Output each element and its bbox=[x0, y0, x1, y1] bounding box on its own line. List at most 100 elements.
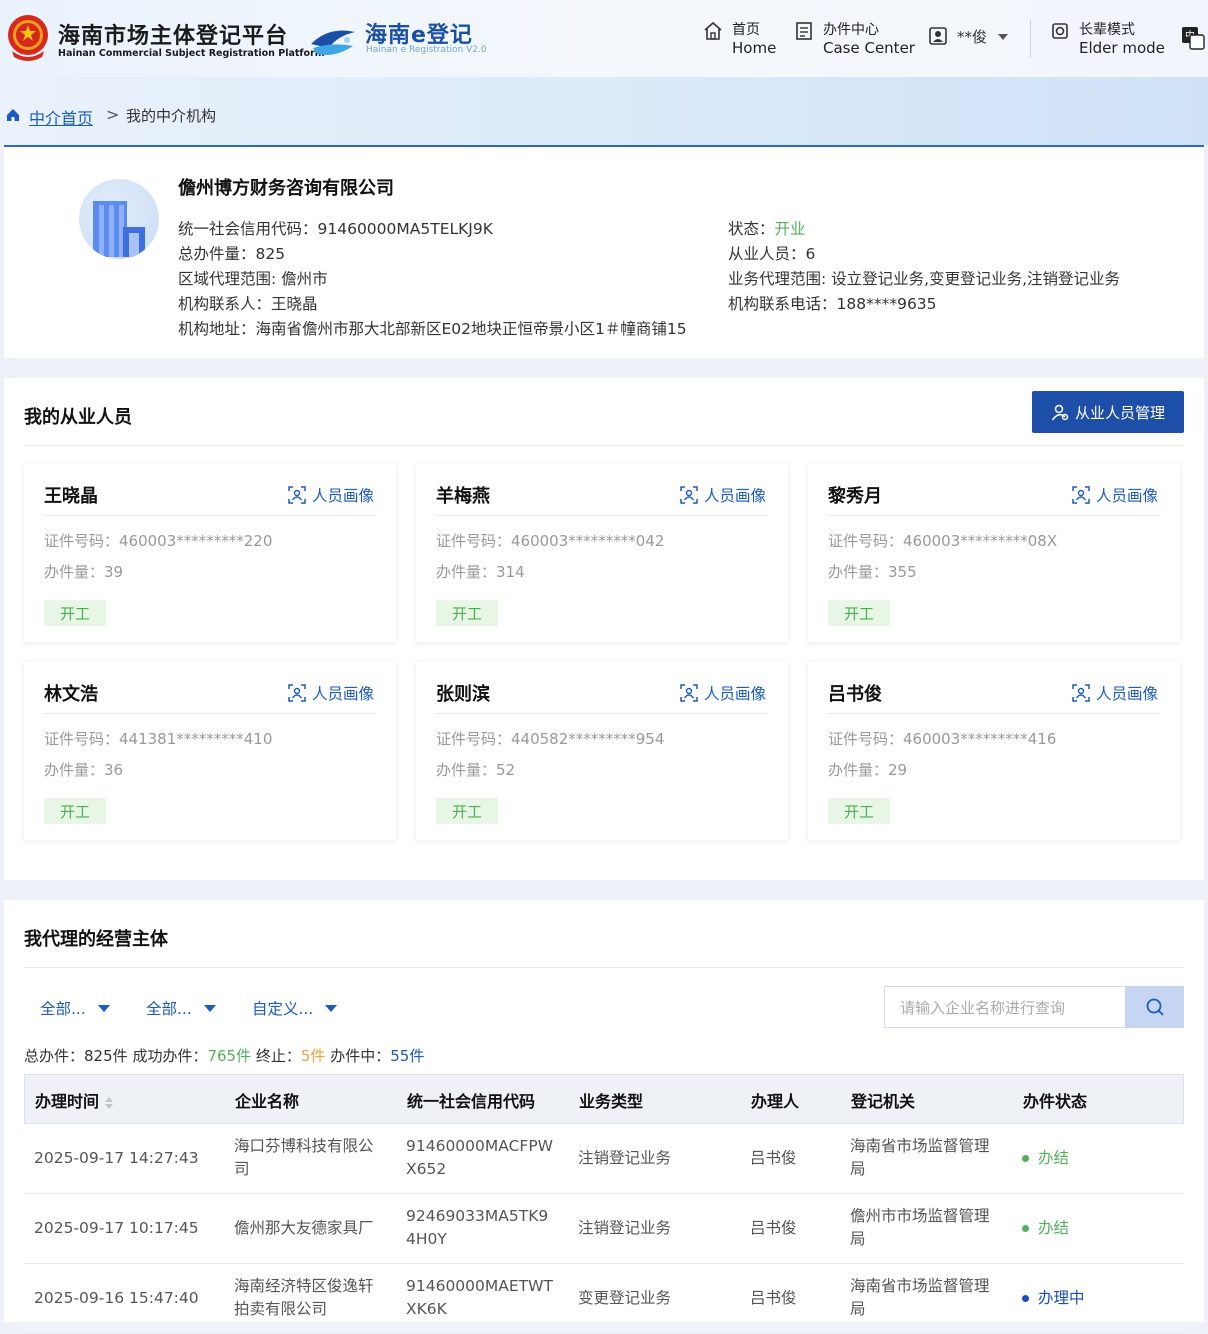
staff-name: 王晓晶 bbox=[44, 486, 98, 507]
cell-handler: 吕书俊 bbox=[750, 1219, 797, 1237]
business-scope: 业务代理范围: 设立登记业务,变更登记业务,注销登记业务 bbox=[728, 270, 1121, 288]
staff-status-badge: 开工 bbox=[44, 600, 106, 626]
staff-profile-link[interactable]: 人员画像 bbox=[288, 484, 374, 506]
nav-case-center-cn: 办件中心 bbox=[823, 22, 879, 38]
staff-card: 吕书俊 人员画像 证件号码：460003*********416 办件量：29 … bbox=[808, 662, 1180, 840]
e-registration-logo-icon bbox=[311, 30, 355, 55]
org-status: 状态：开业 bbox=[728, 217, 806, 239]
summary-total-label: 总办件： bbox=[24, 1047, 85, 1065]
case-summary: 总办件：825件 成功办件：765件 终止：5件 办件中：55件 bbox=[24, 1045, 424, 1066]
staff-profile-label: 人员画像 bbox=[704, 685, 767, 703]
elder-mode-icon bbox=[1052, 23, 1068, 39]
staff-card: 林文浩 人员画像 证件号码：441381*********410 办件量：36 … bbox=[24, 662, 396, 840]
staff-case-count: 办件量：29 bbox=[828, 761, 908, 779]
breadcrumb: 中介首页 > 我的中介机构 bbox=[0, 77, 1208, 145]
column-label: 办理时间 bbox=[35, 1092, 100, 1111]
staff-profile-link[interactable]: 人员画像 bbox=[680, 484, 766, 506]
cell-time: 2025-09-17 14:27:43 bbox=[34, 1149, 199, 1167]
filter-dropdown-date[interactable]: 自定义... bbox=[252, 997, 338, 1019]
nav-elder-mode-cn: 长辈模式 bbox=[1079, 22, 1135, 38]
top-navigation-bar: 海南市场主体登记平台 Hainan Commercial Subject Reg… bbox=[0, 0, 1208, 77]
user-avatar-icon[interactable] bbox=[928, 26, 948, 46]
cell-authority: 海南省市场监督管理局 bbox=[850, 1277, 990, 1318]
staff-profile-link[interactable]: 人员画像 bbox=[680, 682, 766, 704]
staff-profile-label: 人员画像 bbox=[1096, 685, 1159, 703]
staff-card: 羊梅燕 人员画像 证件号码：460003*********042 办件量：314… bbox=[416, 464, 788, 642]
filter-dropdown-type[interactable]: 全部... bbox=[146, 997, 216, 1019]
staff-id-number: 证件号码：441381*********410 bbox=[44, 730, 273, 748]
filter-label: 自定义... bbox=[252, 1000, 314, 1018]
nav-elder-mode[interactable]: 长辈模式 Elder mode bbox=[1050, 18, 1168, 60]
nav-case-center-en: Case Center bbox=[823, 39, 915, 57]
nav-divider bbox=[1030, 20, 1031, 58]
staff-name: 张则滨 bbox=[436, 684, 490, 705]
column-header-handler: 办理人 bbox=[751, 1092, 800, 1111]
staff-count: 从业人员：6 bbox=[728, 245, 816, 263]
profile-scan-icon bbox=[680, 684, 698, 702]
column-header-business-type: 业务类型 bbox=[579, 1092, 644, 1111]
status-text: 办结 bbox=[1038, 1219, 1070, 1237]
cell-company: 海口芬博科技有限公司 bbox=[234, 1137, 374, 1178]
breadcrumb-separator: > bbox=[106, 105, 120, 124]
nav-case-center[interactable]: 办件中心 Case Center bbox=[794, 18, 915, 60]
table-row[interactable]: 2025-09-17 10:17:45 儋州那大友德家具厂 92469033MA… bbox=[24, 1194, 1184, 1264]
org-phone: 机构联系电话：188****9635 bbox=[728, 295, 937, 313]
staff-case-count: 办件量：52 bbox=[436, 761, 516, 779]
search-input[interactable]: 请输入企业名称进行查询 bbox=[884, 986, 1126, 1028]
staff-card-divider bbox=[828, 713, 1160, 714]
column-header-authority: 登记机关 bbox=[851, 1092, 916, 1111]
chevron-down-icon bbox=[203, 1004, 216, 1012]
nav-elder-mode-en: Elder mode bbox=[1079, 39, 1165, 57]
staff-status-badge: 开工 bbox=[44, 798, 106, 824]
organization-name: 儋州博方财务咨询有限公司 bbox=[178, 178, 394, 199]
document-icon bbox=[796, 22, 812, 40]
staff-management-button[interactable]: 从业人员管理 bbox=[1032, 391, 1184, 433]
cell-handler: 吕书俊 bbox=[750, 1289, 797, 1307]
cell-credit-code: 92469033MA5TK94H0Y bbox=[406, 1207, 549, 1248]
nav-home[interactable]: 首页 Home bbox=[703, 18, 783, 60]
sort-icon[interactable] bbox=[105, 1096, 114, 1109]
table-row[interactable]: 2025-09-16 15:47:40 海南经济特区俊逸轩拍卖有限公司 9146… bbox=[24, 1264, 1184, 1334]
profile-scan-icon bbox=[288, 684, 306, 702]
cell-credit-code: 91460000MAETWTXK6K bbox=[406, 1277, 553, 1318]
column-header-time[interactable]: 办理时间 bbox=[35, 1088, 114, 1112]
filter-dropdown-status[interactable]: 全部... bbox=[40, 997, 110, 1019]
cell-time: 2025-09-17 10:17:45 bbox=[34, 1219, 199, 1237]
staff-card-divider bbox=[44, 515, 376, 516]
home-icon bbox=[704, 21, 722, 40]
agency-section-title: 我代理的经营主体 bbox=[24, 929, 168, 950]
organization-building-icon bbox=[79, 179, 159, 259]
agency-region: 区域代理范围: 儋州市 bbox=[178, 270, 328, 288]
profile-scan-icon bbox=[680, 486, 698, 504]
staff-profile-label: 人员画像 bbox=[704, 487, 767, 505]
summary-in-progress-label: 办件中： bbox=[330, 1047, 391, 1065]
platform-subtitle: Hainan Commercial Subject Registration P… bbox=[58, 48, 325, 59]
filter-label: 全部... bbox=[40, 1000, 86, 1018]
org-status-value: 开业 bbox=[774, 220, 806, 238]
breadcrumb-home-link[interactable]: 中介首页 bbox=[29, 105, 93, 129]
chevron-down-icon bbox=[97, 1004, 110, 1012]
national-emblem-icon bbox=[8, 15, 48, 61]
staff-status-badge: 开工 bbox=[436, 798, 498, 824]
search-button[interactable] bbox=[1125, 986, 1184, 1028]
profile-scan-icon bbox=[1072, 486, 1090, 504]
staff-card-divider bbox=[436, 713, 768, 714]
staff-profile-link[interactable]: 人员画像 bbox=[1072, 484, 1158, 506]
org-address: 机构地址：海南省儋州市那大北部新区E02地块正恒帝景小区1＃幢商铺15 bbox=[178, 320, 687, 338]
user-name[interactable]: **俊 bbox=[957, 26, 987, 47]
status-dot-icon bbox=[1022, 1295, 1029, 1302]
staff-section: 我的从业人员 从业人员管理 王晓晶 人员画像 证件号码：460003******… bbox=[4, 378, 1204, 880]
summary-success-value: 765件 bbox=[207, 1047, 252, 1065]
chevron-down-icon[interactable] bbox=[997, 33, 1009, 41]
staff-profile-link[interactable]: 人员画像 bbox=[1072, 682, 1158, 704]
staff-profile-link[interactable]: 人员画像 bbox=[288, 682, 374, 704]
cell-authority: 儋州市市场监督管理局 bbox=[850, 1207, 990, 1248]
column-header-status: 办件状态 bbox=[1023, 1092, 1088, 1111]
language-switch-icon[interactable]: 中 bbox=[1181, 26, 1205, 50]
staff-id-number: 证件号码：440582*********954 bbox=[436, 730, 665, 748]
cell-company: 儋州那大友德家具厂 bbox=[234, 1219, 374, 1237]
staff-id-number: 证件号码：460003*********416 bbox=[828, 730, 1057, 748]
nav-home-en: Home bbox=[732, 39, 777, 57]
table-row[interactable]: 2025-09-17 14:27:43 海口芬博科技有限公司 91460000M… bbox=[24, 1124, 1184, 1194]
column-header-credit-code: 统一社会信用代码 bbox=[407, 1092, 536, 1111]
